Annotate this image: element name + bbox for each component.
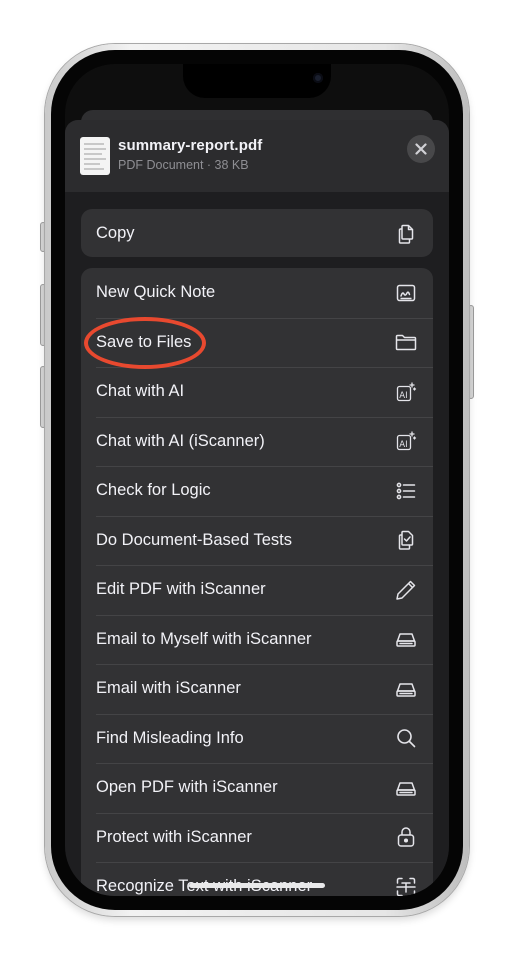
action-row-email-with-iscanner[interactable]: Email with iScanner — [81, 664, 433, 714]
action-row-edit-pdf[interactable]: Edit PDF with iScanner — [81, 565, 433, 615]
file-name: summary-report.pdf — [118, 137, 263, 154]
file-thumbnail — [80, 137, 110, 175]
front-camera — [313, 73, 323, 83]
share-sheet-header: summary-report.pdf PDF Document · 38 KB — [65, 120, 449, 192]
action-label: Check for Logic — [96, 481, 211, 500]
highlight-circle-annotation — [84, 317, 206, 369]
ai-sparkle-icon: AI — [394, 380, 418, 404]
scanner-icon — [394, 627, 418, 651]
lock-icon — [394, 825, 418, 849]
text-recognize-icon — [394, 875, 418, 896]
action-row-copy[interactable]: Copy — [81, 209, 433, 257]
share-sheet: summary-report.pdf PDF Document · 38 KB … — [65, 120, 449, 896]
action-label: Copy — [96, 224, 135, 243]
action-label: Edit PDF with iScanner — [96, 580, 266, 599]
action-label: Find Misleading Info — [96, 728, 244, 747]
pencil-icon — [394, 578, 418, 602]
home-indicator[interactable] — [189, 883, 325, 888]
action-row-recognize-text[interactable]: Recognize Text with iScanner — [81, 862, 433, 896]
action-row-chat-with-ai-iscanner[interactable]: Chat with AI (iScanner) AI — [81, 416, 433, 467]
notch — [183, 64, 331, 98]
ai-sparkle-icon: AI — [394, 429, 418, 453]
quick-note-icon — [394, 281, 418, 305]
action-row-open-pdf[interactable]: Open PDF with iScanner — [81, 763, 433, 813]
action-label: Email with iScanner — [96, 679, 241, 698]
svg-text:AI: AI — [399, 440, 407, 450]
close-button[interactable] — [407, 135, 435, 163]
action-label: Protect with iScanner — [96, 827, 252, 846]
action-label: Chat with AI — [96, 382, 185, 401]
copy-group: Copy — [81, 209, 433, 257]
copy-icon — [394, 222, 418, 246]
action-row-chat-with-ai[interactable]: Chat with AI AI — [81, 367, 433, 417]
action-row-email-to-myself[interactable]: Email to Myself with iScanner — [81, 614, 433, 665]
magnifier-icon — [394, 726, 418, 750]
action-row-check-for-logic[interactable]: Check for Logic — [81, 466, 433, 516]
folder-icon — [394, 330, 418, 354]
phone-screen: summary-report.pdf PDF Document · 38 KB … — [65, 64, 449, 896]
action-label: Chat with AI (iScanner) — [96, 431, 265, 450]
xmark-icon — [415, 143, 427, 155]
action-row-protect[interactable]: Protect with iScanner — [81, 812, 433, 863]
action-label: Open PDF with iScanner — [96, 778, 278, 797]
scanner-icon — [394, 677, 418, 701]
scanner-icon — [394, 776, 418, 800]
action-label: Do Document-Based Tests — [96, 530, 292, 549]
action-row-new-quick-note[interactable]: New Quick Note — [81, 268, 433, 318]
action-row-find-misleading-info[interactable]: Find Misleading Info — [81, 713, 433, 764]
list-icon — [394, 479, 418, 503]
doc-check-icon — [394, 528, 418, 552]
file-meta: PDF Document · 38 KB — [118, 158, 249, 172]
action-label: New Quick Note — [96, 283, 216, 302]
action-label: Email to Myself with iScanner — [96, 629, 312, 648]
svg-text:AI: AI — [399, 391, 407, 401]
action-row-document-based-tests[interactable]: Do Document-Based Tests — [81, 515, 433, 566]
